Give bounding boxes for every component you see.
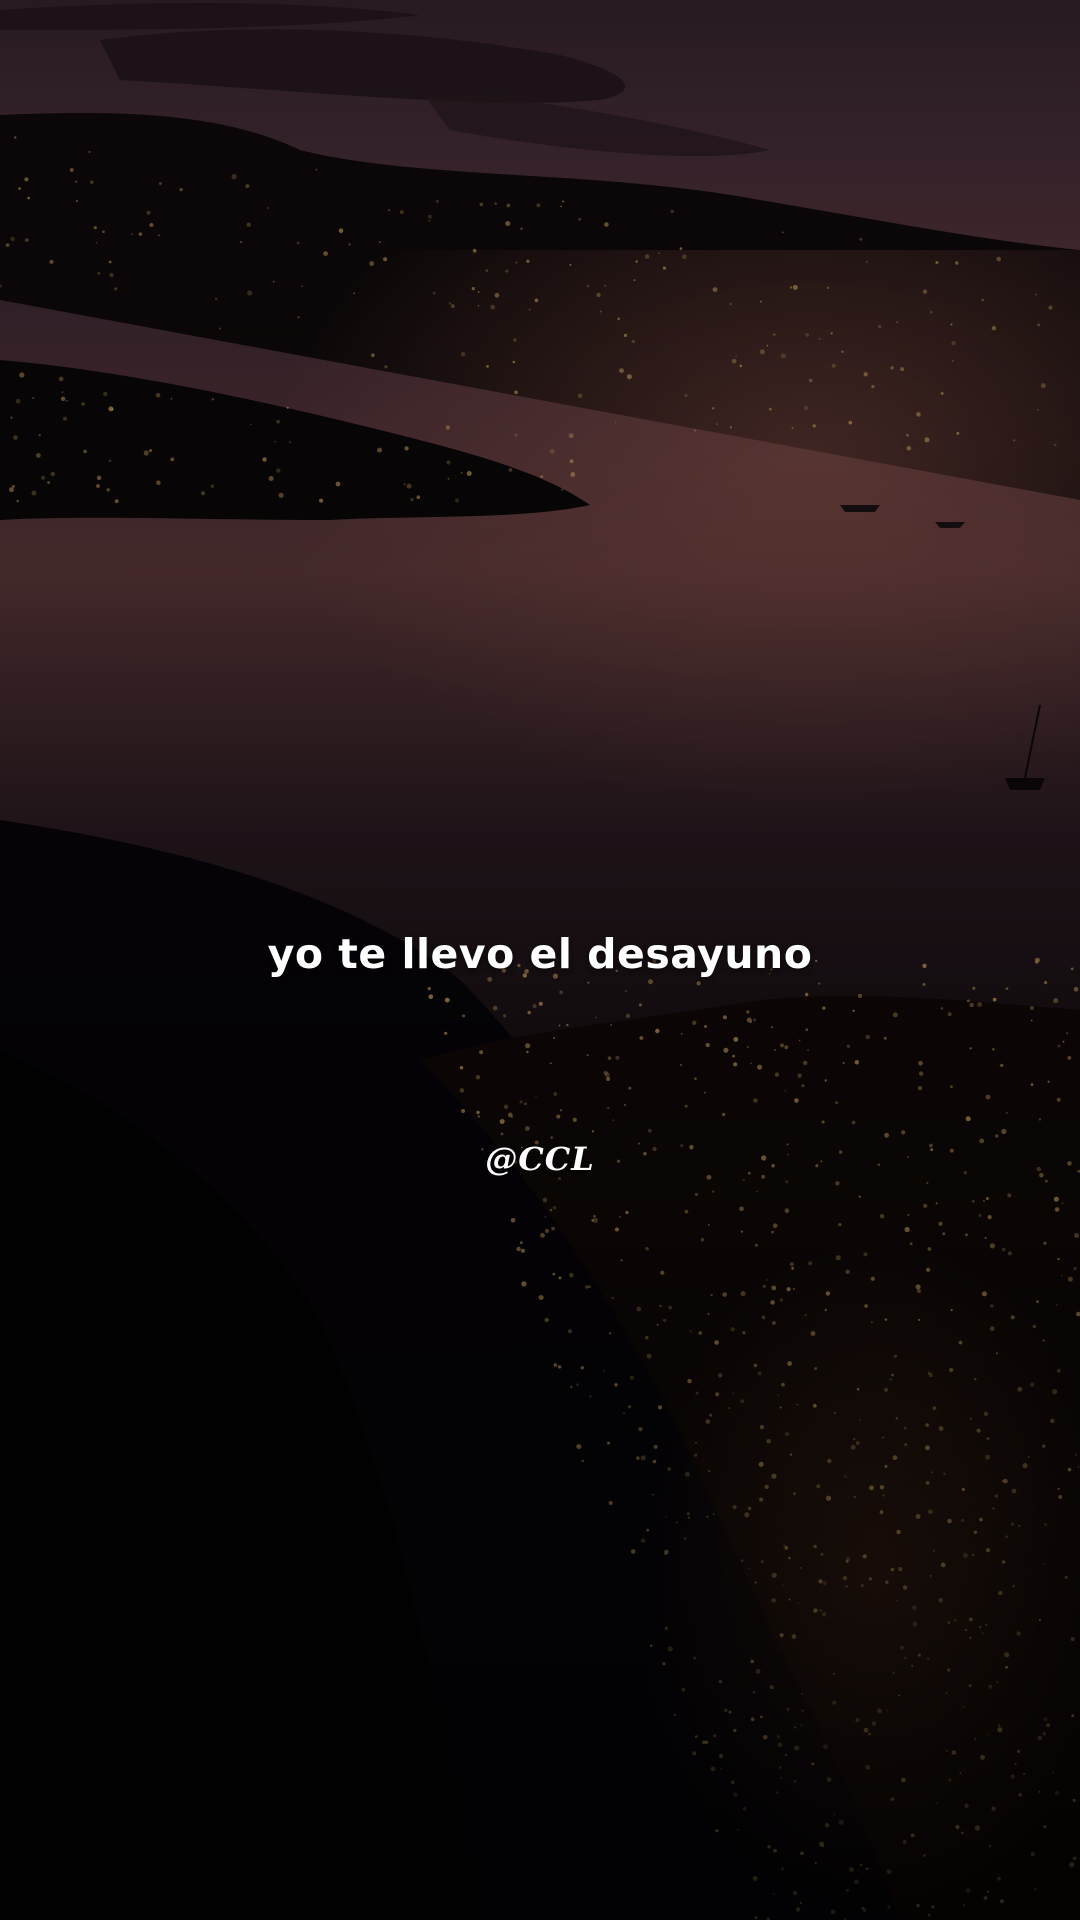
subtitle-caption: yo te llevo el desayuno (267, 930, 813, 978)
video-frame[interactable]: yo te llevo el desayuno @CCL (0, 0, 1080, 1920)
watermark-handle: @CCL (485, 1140, 595, 1178)
